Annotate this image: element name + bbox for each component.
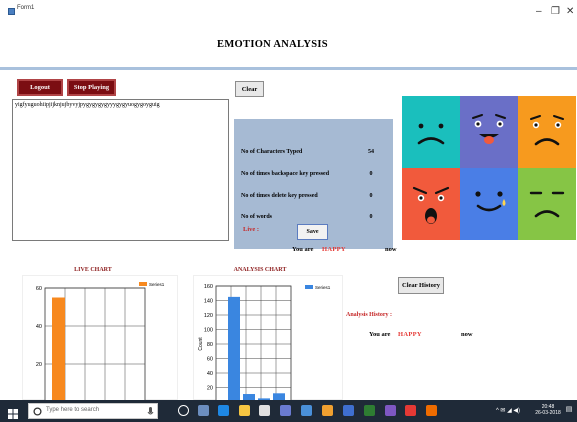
stat-characters-value: 54 <box>368 149 374 155</box>
bar <box>228 296 240 402</box>
taskbar: Type here to search ^ ✉ ◢ ◀) 20:48 26-03… <box>0 400 577 422</box>
analysis-chart-title: ANALYSIS CHART <box>233 267 287 273</box>
media-player-icon[interactable] <box>426 405 437 416</box>
header-divider <box>0 67 577 70</box>
windows-start-icon[interactable] <box>8 406 18 419</box>
cortana-icon[interactable] <box>178 405 189 416</box>
analysis-chart-svg: 020406080100120140160Series1Count <box>198 284 331 406</box>
y-tick-label: 40 <box>207 371 213 377</box>
form-app-taskbar-icon[interactable] <box>405 405 416 416</box>
taskbar-search-placeholder: Type here to search <box>46 407 100 413</box>
stat-delete-label: No of times delete key pressed <box>241 193 318 199</box>
chrome-icon[interactable] <box>322 405 333 416</box>
live-chart-svg: 0204060Series1 <box>36 282 165 406</box>
stat-characters-label: No of Characters Typed <box>241 149 303 155</box>
y-tick-label: 20 <box>207 386 213 392</box>
stop-playing-button[interactable]: Stop Playing <box>67 79 116 96</box>
history-status-prefix: You are <box>369 331 391 338</box>
legend-label: Series1 <box>149 282 165 287</box>
y-tick-label: 40 <box>36 324 42 330</box>
y-tick-label: 100 <box>204 328 213 334</box>
stat-words-label: No of words <box>241 214 272 220</box>
close-button[interactable]: ✕ <box>566 6 574 17</box>
y-tick-label: 60 <box>36 286 42 292</box>
window-titlebar: Form1 – ❐ ✕ <box>0 0 577 30</box>
y-tick-label: 140 <box>204 299 213 305</box>
clock[interactable]: 20:48 26-03-2018 <box>535 404 561 416</box>
minimize-button[interactable]: – <box>536 6 542 17</box>
emotion-grid <box>402 96 576 241</box>
y-tick-label: 160 <box>204 284 213 290</box>
unhappy-face-icon <box>518 168 576 240</box>
plot-area <box>215 285 292 403</box>
neutral-face-icon <box>402 96 460 168</box>
stat-delete-value: 0 <box>369 193 373 199</box>
y-tick-label: 60 <box>207 357 213 363</box>
live-status-prefix: You are <box>292 246 314 253</box>
visual-studio-icon[interactable] <box>385 405 396 416</box>
live-chart: 0204060Series1 <box>22 275 178 406</box>
task-view-icon[interactable] <box>198 405 209 416</box>
analysis-chart: 020406080100120140160Series1Count <box>193 275 343 406</box>
typing-input-text: yigfyuguohiipjijknjujbyvyjpygygygygyyygy… <box>15 102 160 108</box>
stat-backspace-label: No of times backspace key pressed <box>241 171 330 177</box>
window-title: Form1 <box>17 5 35 11</box>
y-tick-label: 80 <box>207 342 213 348</box>
y-axis-label: Count <box>198 337 204 351</box>
mail-icon[interactable] <box>280 405 291 416</box>
maximize-button[interactable]: ❐ <box>551 6 560 17</box>
bar <box>52 297 65 402</box>
legend-swatch <box>305 285 313 289</box>
clock-date: 26-03-2018 <box>535 410 561 416</box>
file-explorer-icon[interactable] <box>239 405 250 416</box>
stat-words-value: 0 <box>369 214 373 220</box>
photos-icon[interactable] <box>343 405 354 416</box>
crying-face-icon <box>460 168 518 240</box>
store-icon[interactable] <box>259 405 270 416</box>
live-chart-title: LIVE CHART <box>74 267 112 273</box>
word-icon[interactable] <box>301 405 312 416</box>
history-status-suffix: now <box>461 331 473 338</box>
main-form: EMOTION ANALYSIS Logout Stop Playing Cle… <box>0 30 577 406</box>
history-status-emotion: HAPPY <box>398 331 422 338</box>
excel-icon[interactable] <box>364 405 375 416</box>
search-circle-icon <box>33 407 42 416</box>
clear-history-button[interactable]: Clear History <box>398 277 444 294</box>
taskbar-search-input[interactable]: Type here to search <box>28 403 158 419</box>
y-tick-label: 20 <box>36 362 42 368</box>
app-icon <box>8 8 15 15</box>
live-status-emotion: HAPPY <box>322 246 346 253</box>
edge-browser-icon[interactable] <box>218 405 229 416</box>
logout-button[interactable]: Logout <box>17 79 63 96</box>
legend-swatch <box>139 282 147 286</box>
worried-face-icon <box>460 96 518 168</box>
clear-button[interactable]: Clear <box>235 81 264 97</box>
stat-backspace-value: 0 <box>369 171 373 177</box>
live-label: Live : <box>243 226 260 233</box>
analysis-history-label: Analysis History : <box>346 312 393 318</box>
save-button[interactable]: Save <box>297 224 328 240</box>
y-tick-label: 120 <box>204 313 213 319</box>
microphone-icon[interactable] <box>147 407 154 417</box>
notification-icon[interactable]: ▤ <box>563 406 575 413</box>
live-status-suffix: now <box>385 246 397 253</box>
page-title: EMOTION ANALYSIS <box>217 39 328 50</box>
system-tray-icons[interactable]: ^ ✉ ◢ ◀) <box>491 408 525 414</box>
typing-input[interactable]: yigfyuguohiipjijknjujbyvyjpygygygygyyygy… <box>12 99 229 241</box>
sad-face-icon <box>518 96 576 168</box>
legend-label: Series1 <box>315 285 331 290</box>
angry-face-icon <box>402 168 460 240</box>
